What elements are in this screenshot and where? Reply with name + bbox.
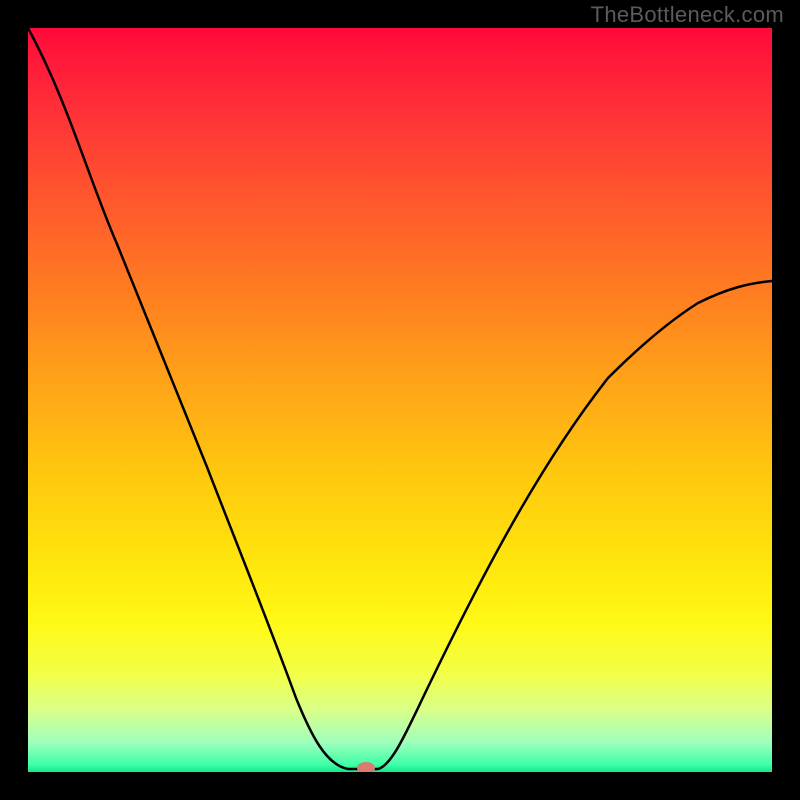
curve-layer xyxy=(28,28,772,772)
watermark-text: TheBottleneck.com xyxy=(591,2,784,28)
chart-frame: TheBottleneck.com xyxy=(0,0,800,800)
plot-area xyxy=(28,28,772,772)
optimal-marker xyxy=(357,762,375,772)
bottleneck-curve xyxy=(28,28,772,769)
